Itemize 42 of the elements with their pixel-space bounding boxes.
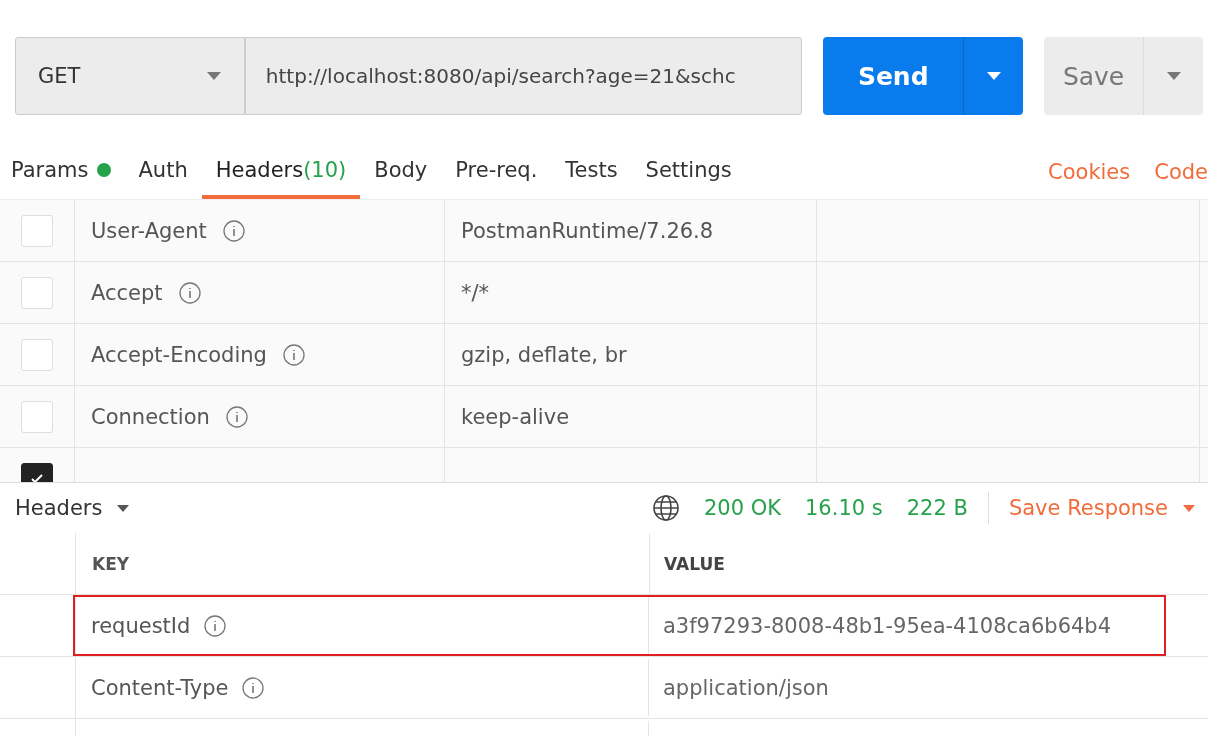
- tab[interactable]: Body: [360, 144, 442, 199]
- globe-icon: [651, 494, 680, 522]
- header-value: a3f97293-8008-48b1-95ea-4108ca6b64b4: [663, 613, 1112, 638]
- header-key: Connection: [91, 404, 210, 429]
- column-header: VALUE: [664, 553, 725, 574]
- header-value: */*: [461, 280, 490, 305]
- caret-icon: [116, 503, 131, 513]
- header-key: Content-Type: [91, 675, 229, 700]
- send-button[interactable]: Send: [823, 37, 964, 115]
- info-icon: [242, 676, 265, 699]
- section-dropdown[interactable]: Headers: [15, 496, 131, 520]
- header-value: gzip, deflate, br: [461, 342, 627, 367]
- info-icon: [204, 614, 227, 637]
- header-value: keep-alive: [461, 404, 570, 429]
- caret-icon: [985, 70, 1002, 81]
- header-key: User-Agent: [91, 218, 207, 243]
- info-icon: [282, 343, 305, 366]
- caret-icon: [1165, 70, 1182, 81]
- info-icon: [222, 219, 245, 242]
- header-value: application/json: [663, 675, 829, 700]
- tab[interactable]: Settings: [631, 144, 746, 199]
- tab[interactable]: Params: [11, 144, 125, 199]
- url-field[interactable]: http://localhost:8080/api/search?age=21&schc: [244, 37, 803, 115]
- send-menu-button[interactable]: [963, 37, 1024, 115]
- header-key: Accept: [91, 280, 163, 305]
- header-value: PostmanRuntime/7.26.8: [461, 218, 714, 243]
- save-menu-button[interactable]: [1143, 37, 1203, 115]
- tab[interactable]: Tests: [551, 144, 632, 199]
- method-dropdown[interactable]: GET: [15, 37, 245, 115]
- column-header: KEY: [92, 553, 130, 574]
- tab[interactable]: Auth: [124, 144, 202, 199]
- time-text: 16.10 s: [805, 496, 883, 520]
- tab[interactable]: Pre-req.: [441, 144, 552, 199]
- header-key: Accept-Encoding: [91, 342, 267, 367]
- size-text: 222 B: [906, 496, 968, 520]
- status-text: 200 OK: [703, 496, 781, 520]
- info-icon: [225, 405, 248, 428]
- caret-icon: [1182, 503, 1196, 513]
- caret-icon: [205, 71, 222, 81]
- info-icon: [178, 281, 201, 304]
- header-key: requestId: [91, 613, 191, 638]
- save-button[interactable]: Save: [1044, 37, 1143, 115]
